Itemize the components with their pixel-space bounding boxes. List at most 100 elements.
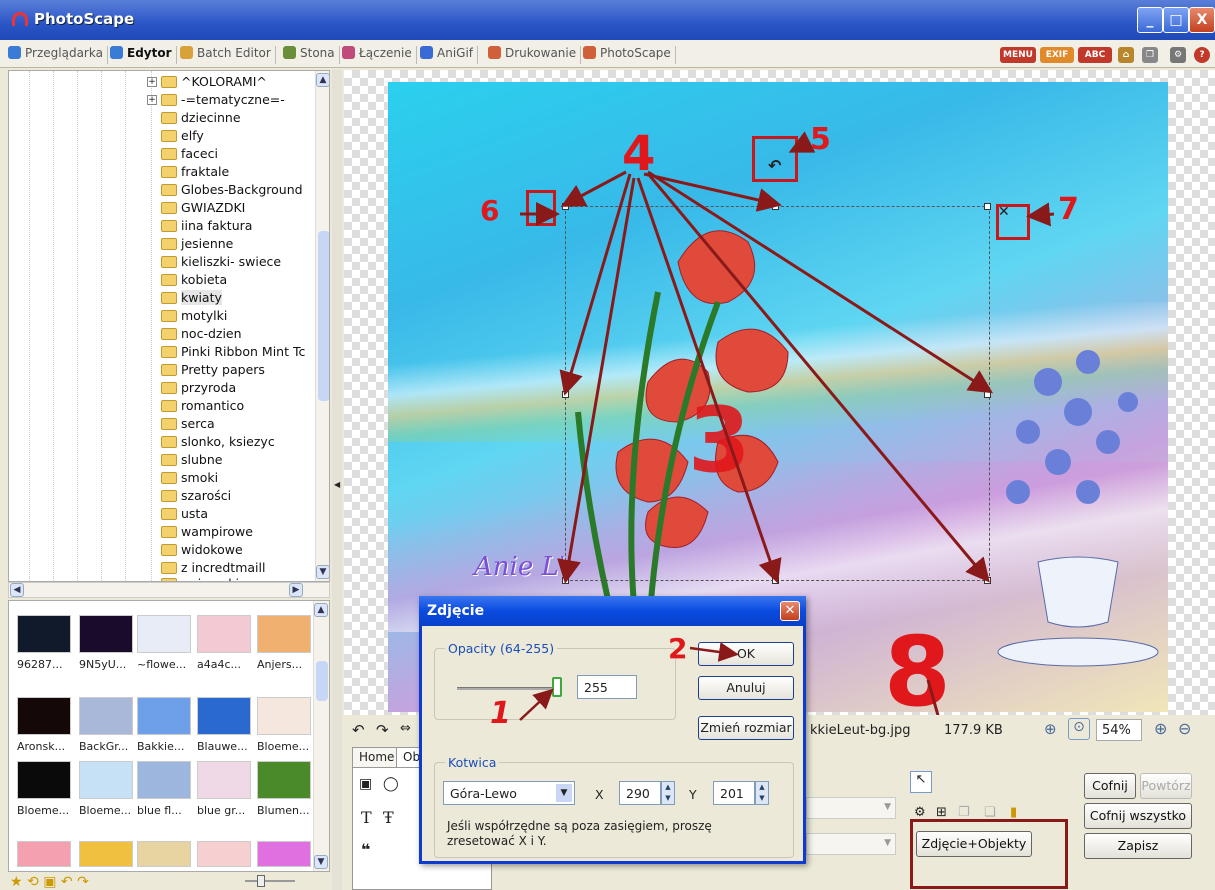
text-box-icon[interactable]: Ŧ <box>383 808 394 827</box>
redo-icon[interactable]: ↷ <box>77 874 89 890</box>
thumbnail-item[interactable] <box>17 841 73 867</box>
folder-item[interactable]: przyroda <box>161 380 236 397</box>
folder-item[interactable]: smoki <box>161 470 218 487</box>
folder-item[interactable]: -=tematyczne=- <box>161 92 285 109</box>
thumbnail-item[interactable]: Blauwe... <box>197 697 253 753</box>
thumbnail-item[interactable] <box>137 841 193 867</box>
folder-item[interactable]: iina faktura <box>161 218 252 235</box>
thumbnail-item[interactable]: ~flowe... <box>137 615 193 671</box>
thumbnail-item[interactable]: blue fl... <box>137 761 193 817</box>
folder-item[interactable]: kobieta <box>161 272 227 289</box>
pointer-icon[interactable]: ↖ <box>910 771 932 793</box>
tab-laczenie[interactable]: Łączenie <box>342 46 417 64</box>
minimize-button[interactable]: _ <box>1137 7 1163 33</box>
zoom-out-icon[interactable]: ⊖ <box>1178 719 1191 738</box>
thumbnail-item[interactable]: Bloeme... <box>17 761 73 817</box>
image-icon[interactable]: ▣ <box>359 776 372 792</box>
thumbnail-item[interactable]: 96287... <box>17 615 73 671</box>
quote-icon[interactable]: ❝ <box>361 840 370 859</box>
folder-item[interactable]: noc-dzien <box>161 326 242 343</box>
thumbnail-item[interactable]: blue gr... <box>197 761 253 817</box>
tab-przegladarka[interactable]: Przeglądarka <box>8 46 108 64</box>
scroll-thumb[interactable] <box>316 661 328 701</box>
panel-splitter[interactable]: ◀ <box>332 70 342 890</box>
expand-icon[interactable]: + <box>147 95 157 105</box>
tree-vertical-scrollbar[interactable]: ▲ ▼ <box>315 71 329 581</box>
tree-horizontal-scrollbar[interactable]: ◀ ▶ <box>8 582 330 598</box>
clone-icon[interactable]: ⚙ <box>914 805 926 820</box>
thumbnail-item[interactable]: Bloeme... <box>79 761 135 817</box>
folder-item[interactable]: serca <box>161 416 215 433</box>
scroll-left-icon[interactable]: ◀ <box>10 583 24 597</box>
undo-icon[interactable]: ↶ <box>61 874 73 890</box>
rotate-left-icon[interactable]: ↶ <box>352 721 365 739</box>
tab-home[interactable]: Home <box>352 747 402 767</box>
folder-item[interactable]: szarości <box>161 488 231 505</box>
scroll-down-icon[interactable]: ▼ <box>316 565 329 579</box>
balloon-icon[interactable]: ◯ <box>383 776 399 792</box>
folder-item[interactable]: z incredtmaill <box>161 560 265 577</box>
folder-item[interactable]: romantico <box>161 398 244 415</box>
paste-object-icon[interactable]: ❏ <box>984 805 996 820</box>
folder-item[interactable]: fraktale <box>161 164 229 181</box>
redo-button[interactable]: Powtórz <box>1140 773 1192 799</box>
folder-item[interactable]: dziecinne <box>161 110 241 127</box>
tab-edytor[interactable]: Edytor <box>110 46 177 64</box>
add-icon[interactable]: ⊞ <box>936 805 947 820</box>
folder-item[interactable]: kieliszki- swiece <box>161 254 281 271</box>
delete-object-icon[interactable]: ▮ <box>1010 805 1017 820</box>
home-icon[interactable]: ⌂ <box>1118 47 1134 63</box>
exif-button[interactable]: EXIF <box>1040 47 1074 63</box>
thumbnail-item[interactable]: Blumen... <box>257 761 313 817</box>
thumbnail-item[interactable] <box>197 841 253 867</box>
tab-photoscape[interactable]: PhotoScape <box>583 46 676 64</box>
thumb-size-slider[interactable] <box>245 875 295 887</box>
folder-item-selected[interactable]: kwiaty <box>161 290 222 307</box>
zoom-fit-icon[interactable]: ⊕ <box>1044 720 1057 738</box>
folder-item[interactable]: slubne <box>161 452 222 469</box>
scroll-up-icon[interactable]: ▲ <box>314 603 328 617</box>
thumbnail-item[interactable] <box>257 841 313 867</box>
thumbnail-item[interactable]: BackGr... <box>79 697 135 753</box>
thumbnail-item[interactable]: Anjers... <box>257 615 313 671</box>
undo-all-button[interactable]: Cofnij wszystko <box>1084 803 1192 829</box>
tab-batch-editor[interactable]: Batch Editor <box>180 46 276 64</box>
scroll-thumb[interactable] <box>318 231 329 401</box>
folder-item[interactable]: widokowe <box>161 542 243 559</box>
folder-item[interactable]: motylki <box>161 308 227 325</box>
thumbnail-item[interactable]: Aronsk... <box>17 697 73 753</box>
expand-icon[interactable]: + <box>147 77 157 87</box>
folder-item[interactable]: elfy <box>161 128 204 145</box>
folder-item[interactable]: faceci <box>161 146 218 163</box>
thumbnail-item[interactable]: Bloeme... <box>257 697 313 753</box>
zoom-level[interactable]: 54% <box>1096 719 1142 741</box>
folder-item[interactable]: usta <box>161 506 208 523</box>
tab-stona[interactable]: Stona <box>283 46 340 64</box>
tab-drukowanie[interactable]: Drukowanie <box>488 46 582 64</box>
thumbnail-item[interactable]: a4a4c... <box>197 615 253 671</box>
menu-button[interactable]: MENU <box>1000 47 1036 63</box>
save-button[interactable]: Zapisz <box>1084 833 1192 859</box>
folder-open-icon[interactable]: ▣ <box>43 874 56 890</box>
flip-icon[interactable]: ⇔ <box>400 721 411 736</box>
folder-item[interactable]: GWIAZDKI <box>161 200 245 217</box>
copy-object-icon[interactable]: ❐ <box>958 805 970 820</box>
thumbs-scrollbar[interactable]: ▲ ▼ <box>313 601 329 871</box>
thumbnail-item[interactable] <box>79 841 135 867</box>
star-icon[interactable]: ★ <box>10 874 23 890</box>
folder-item[interactable]: Pinki Ribbon Mint Tc <box>161 344 305 361</box>
abc-button[interactable]: ABC <box>1078 47 1112 63</box>
folder-item[interactable]: jesienne <box>161 236 233 253</box>
folder-item[interactable]: ^KOLORAMI^ <box>161 74 267 91</box>
maximize-button[interactable]: □ <box>1163 7 1189 33</box>
close-button[interactable]: X <box>1189 7 1215 33</box>
object-select-1[interactable]: ▼ <box>806 797 896 819</box>
object-select-2[interactable]: ▼ <box>806 833 896 855</box>
folder-item[interactable]: wampirowe <box>161 524 253 541</box>
scroll-down-icon[interactable]: ▼ <box>314 855 328 869</box>
folder-item[interactable]: Globes-Background <box>161 182 303 199</box>
thumbnail-item[interactable]: 9N5yU... <box>79 615 135 671</box>
zoom-actual-icon[interactable]: ⊙ <box>1068 718 1090 740</box>
rotate-icon[interactable]: ⟲ <box>27 874 39 890</box>
thumbnail-item[interactable]: Bakkie... <box>137 697 193 753</box>
